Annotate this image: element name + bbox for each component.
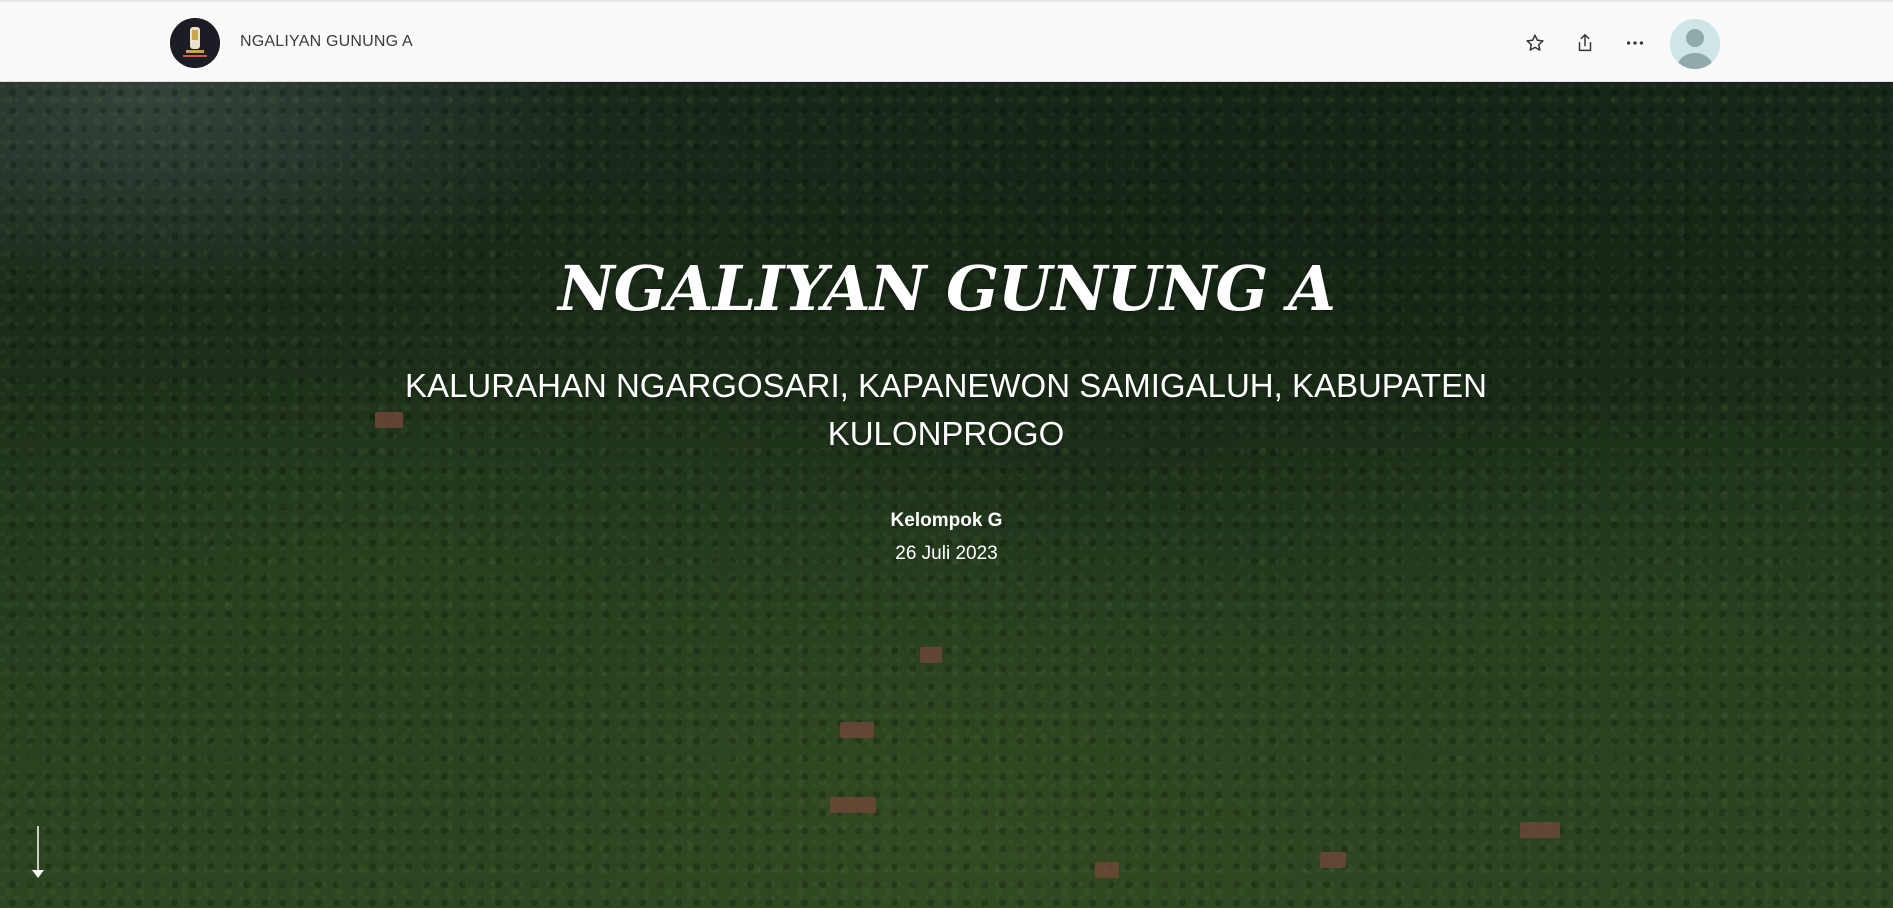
story-author: Kelompok G (890, 510, 1003, 531)
story-date: 26 Juli 2023 (895, 543, 998, 564)
top-navigation-bar: NGALIYAN GUNUNG A (0, 0, 1893, 82)
user-avatar-icon (1670, 19, 1720, 69)
story-subtitle: KALURAHAN NGARGOSARI, KAPANEWON SAMIGALU… (405, 367, 1487, 452)
hero-banner: NGALIYAN GUNUNG A KALURAHAN NGARGOSARI, … (0, 82, 1893, 908)
site-title[interactable]: NGALIYAN GUNUNG A (240, 33, 413, 51)
more-options-icon (1626, 41, 1644, 45)
favorite-button[interactable] (1520, 28, 1550, 58)
star-icon (1526, 34, 1544, 51)
hero-overlay (0, 82, 1893, 908)
share-button[interactable] (1570, 28, 1600, 58)
share-icon (1578, 34, 1592, 52)
scroll-down-button[interactable] (28, 824, 48, 884)
more-options-button[interactable] (1620, 28, 1650, 58)
site-logo[interactable] (170, 18, 220, 68)
university-seal-logo (170, 18, 220, 68)
arrow-down-icon (32, 826, 44, 878)
user-avatar[interactable] (1670, 19, 1720, 69)
story-title: NGALIYAN GUNUNG A (557, 252, 1336, 325)
